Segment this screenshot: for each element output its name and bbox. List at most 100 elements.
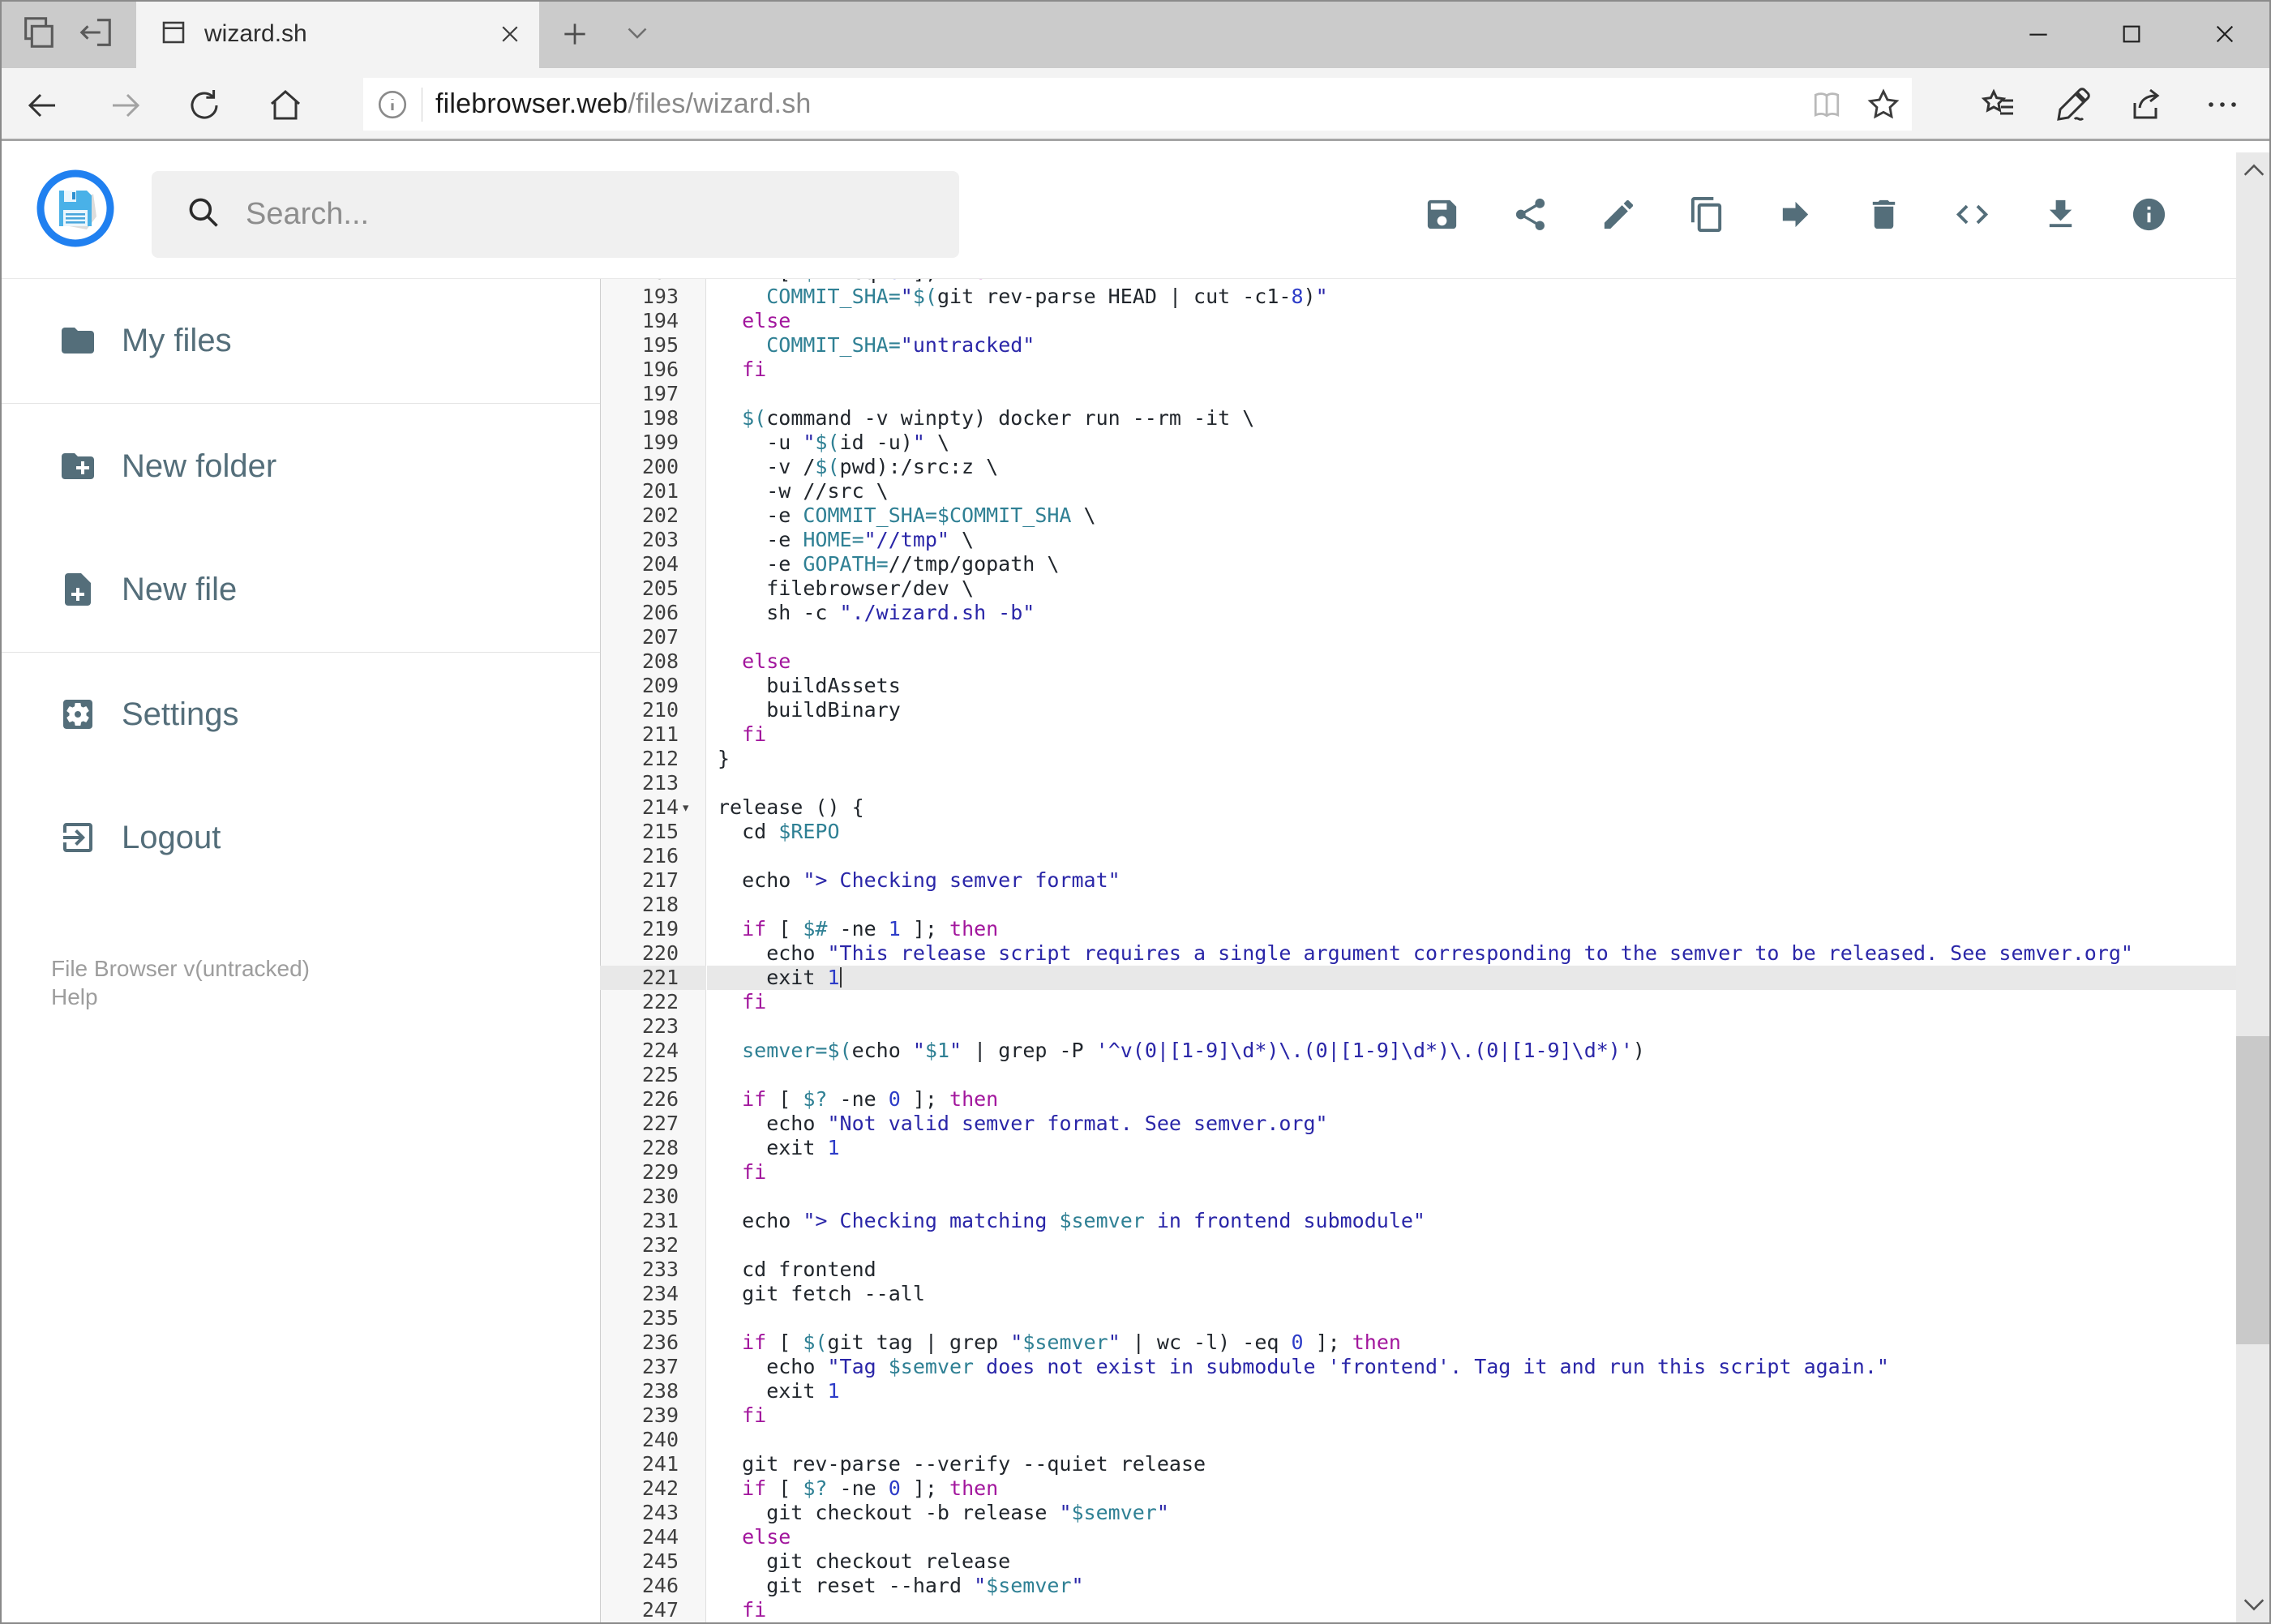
code-line[interactable] [707, 1185, 2236, 1209]
line-number[interactable]: 211 [600, 722, 706, 747]
code-line[interactable]: exit 1 [707, 1136, 2236, 1160]
line-number[interactable]: 202 [600, 503, 706, 528]
search-input[interactable]: Search... [152, 171, 959, 258]
line-number[interactable]: 215 [600, 820, 706, 844]
line-number[interactable]: 197 [600, 382, 706, 406]
code-line[interactable]: fi [707, 1403, 2236, 1428]
line-number[interactable]: 223 [600, 1014, 706, 1039]
annotate-pen-button[interactable] [2036, 79, 2110, 131]
code-line[interactable]: release () { [707, 795, 2236, 820]
url-field[interactable]: filebrowser.web/files/wizard.sh [363, 78, 1912, 131]
code-line[interactable]: -e COMMIT_SHA=$COMMIT_SHA \ [707, 503, 2236, 528]
code-line[interactable] [707, 893, 2236, 917]
code-line[interactable]: fi [707, 1598, 2236, 1622]
code-line[interactable]: echo "Not valid semver format. See semve… [707, 1112, 2236, 1136]
code-line[interactable]: else [707, 309, 2236, 333]
download-button[interactable] [2016, 174, 2105, 255]
line-number[interactable]: 237 [600, 1355, 706, 1379]
browser-tab[interactable]: wizard.sh [136, 0, 539, 68]
code-line[interactable]: cd frontend [707, 1258, 2236, 1282]
line-number[interactable]: 225 [600, 1063, 706, 1087]
code-line[interactable]: fi [707, 1160, 2236, 1185]
code-line[interactable]: cd $REPO [707, 820, 2236, 844]
code-line[interactable] [707, 771, 2236, 795]
line-number[interactable]: 205 [600, 576, 706, 601]
line-number[interactable]: 229 [600, 1160, 706, 1185]
line-number[interactable]: 222 [600, 990, 706, 1014]
filebrowser-logo[interactable] [36, 169, 114, 251]
line-number[interactable]: 195 [600, 333, 706, 358]
code-line[interactable] [707, 1233, 2236, 1258]
line-number[interactable]: 221 [600, 966, 706, 990]
sidebar-item-logout[interactable]: Logout [0, 799, 600, 876]
scroll-up-button[interactable] [2236, 152, 2271, 188]
code-line[interactable]: exit 1 [707, 1379, 2236, 1403]
code-line[interactable]: else [707, 649, 2236, 674]
line-number[interactable]: 208 [600, 649, 706, 674]
line-number[interactable]: 206 [600, 601, 706, 625]
code-line[interactable]: $(command -v winpty) docker run --rm -it… [707, 406, 2236, 431]
sidebar-item-my-files[interactable]: My files [0, 302, 600, 379]
code-line[interactable]: -u "$(id -u)" \ [707, 431, 2236, 455]
line-number[interactable]: 213 [600, 771, 706, 795]
line-number[interactable]: 217 [600, 868, 706, 893]
help-link[interactable]: Help [51, 983, 98, 1011]
code-line[interactable]: if [ $? -ne 0 ]; then [707, 1087, 2236, 1112]
more-options-button[interactable] [2185, 79, 2260, 131]
code-line[interactable]: git reset --hard "$semver" [707, 1574, 2236, 1598]
line-number[interactable]: 236 [600, 1330, 706, 1355]
line-number[interactable]: 198 [600, 406, 706, 431]
line-number[interactable]: 233 [600, 1258, 706, 1282]
code-line[interactable]: git fetch --all [707, 1282, 2236, 1306]
line-number[interactable]: 246 [600, 1574, 706, 1598]
line-number[interactable]: 196 [600, 358, 706, 382]
code-line[interactable]: git checkout -b release "$semver" [707, 1501, 2236, 1525]
code-line[interactable]: fi [707, 990, 2236, 1014]
tabs-youve-set-aside-button[interactable] [72, 11, 119, 58]
line-number[interactable]: 192 [600, 279, 706, 285]
code-line[interactable]: echo "> Checking matching $semver in fro… [707, 1209, 2236, 1233]
minimize-button[interactable] [1991, 0, 2085, 68]
code-line[interactable]: echo "Tag $semver does not exist in subm… [707, 1355, 2236, 1379]
scroll-down-button[interactable] [2236, 1587, 2271, 1622]
line-number[interactable]: 219 [600, 917, 706, 941]
delete-button[interactable] [1840, 174, 1928, 255]
add-favorite-star-button[interactable] [1855, 80, 1912, 129]
line-number[interactable]: 203 [600, 528, 706, 552]
code-line[interactable] [707, 1306, 2236, 1330]
line-number[interactable]: 238 [600, 1379, 706, 1403]
forward-button[interactable] [103, 83, 148, 128]
line-number[interactable]: 234 [600, 1282, 706, 1306]
line-number[interactable]: 230 [600, 1185, 706, 1209]
code-line[interactable]: -e GOPATH=//tmp/gopath \ [707, 552, 2236, 576]
line-number[interactable]: 199 [600, 431, 706, 455]
code-line[interactable]: COMMIT_SHA="untracked" [707, 333, 2236, 358]
fold-marker-icon[interactable]: ▾ [681, 795, 702, 820]
line-number[interactable]: 207 [600, 625, 706, 649]
share-button[interactable] [1486, 174, 1575, 255]
tab-close-button[interactable] [487, 11, 533, 57]
code-line[interactable]: sh -c "./wizard.sh -b" [707, 601, 2236, 625]
line-number[interactable]: 227 [600, 1112, 706, 1136]
line-number[interactable]: 231 [600, 1209, 706, 1233]
line-number[interactable]: 240 [600, 1428, 706, 1452]
code-line[interactable]: if [ $? -eq 0 ]; then [707, 279, 2236, 285]
line-number[interactable]: 232 [600, 1233, 706, 1258]
line-number[interactable]: 239 [600, 1403, 706, 1428]
scrollbar-thumb[interactable] [2236, 1036, 2271, 1344]
line-number[interactable]: 243 [600, 1501, 706, 1525]
line-number[interactable]: 216 [600, 844, 706, 868]
line-number[interactable]: 200 [600, 455, 706, 479]
line-number[interactable]: 210 [600, 698, 706, 722]
refresh-button[interactable] [182, 83, 227, 128]
code-line[interactable]: -w //src \ [707, 479, 2236, 503]
code-line[interactable]: if [ $(git tag | grep "$semver" | wc -l)… [707, 1330, 2236, 1355]
set-tabs-aside-button[interactable] [15, 11, 62, 58]
code-line[interactable]: git rev-parse --verify --quiet release [707, 1452, 2236, 1476]
line-number[interactable]: 193 [600, 285, 706, 309]
line-number[interactable]: 244 [600, 1525, 706, 1549]
home-button[interactable] [263, 83, 308, 128]
save-button[interactable] [1398, 174, 1486, 255]
favorites-hub-button[interactable] [1961, 79, 2036, 131]
line-number[interactable]: 245 [600, 1549, 706, 1574]
